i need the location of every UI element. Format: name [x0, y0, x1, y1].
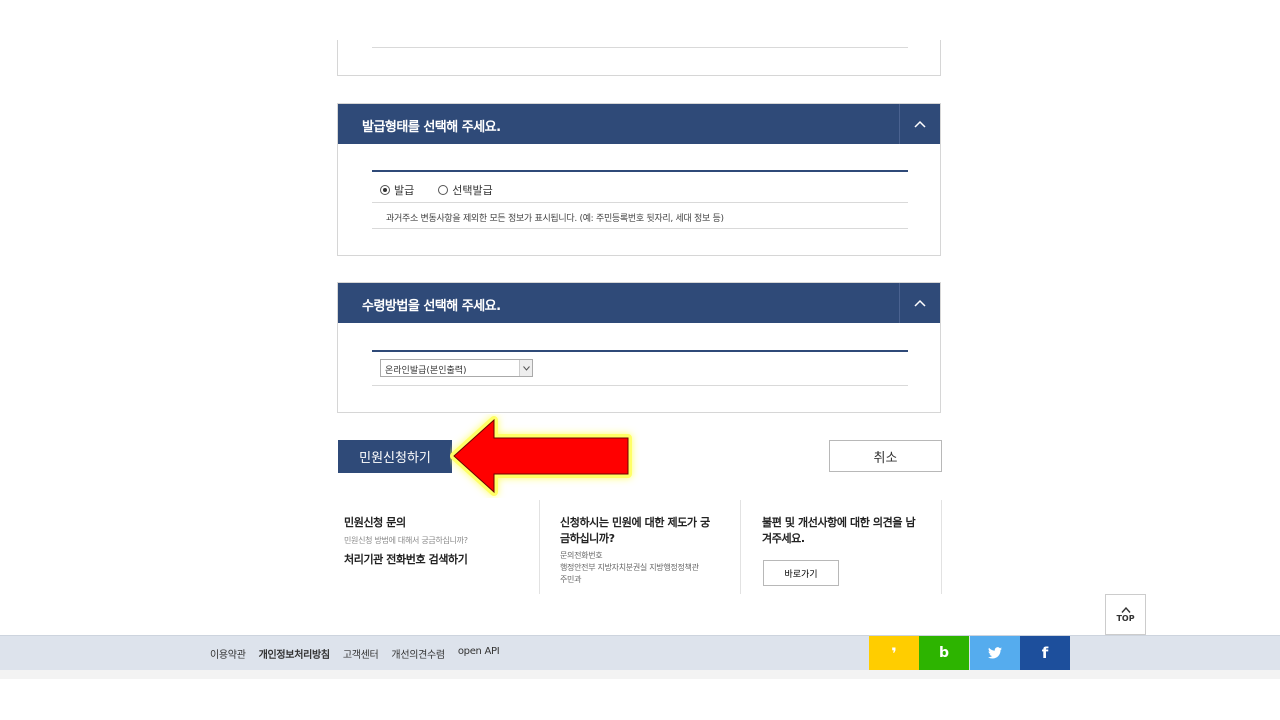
previous-panel	[337, 40, 941, 76]
collapse-toggle[interactable]	[899, 104, 940, 144]
footer-link-open-api[interactable]: open API	[458, 646, 500, 661]
go-feedback-button[interactable]: 바로가기	[763, 560, 839, 586]
radio-selected-icon	[380, 185, 390, 195]
issue-type-panel-header: 발급형태를 선택해 주세요.	[338, 104, 940, 144]
receive-method-select[interactable]: 온라인발급(본인출력)	[380, 359, 533, 377]
kakaostory-icon: ❜	[891, 643, 897, 663]
chevron-up-icon	[914, 299, 926, 307]
submit-application-button[interactable]: 민원신청하기	[338, 440, 452, 473]
phone-label: 문의전화번호	[560, 551, 603, 560]
receive-method-title: 수령방법을 선택해 주세요.	[362, 299, 501, 314]
scroll-top-button[interactable]: TOP	[1105, 594, 1146, 635]
search-agency-phone-link[interactable]: 처리기관 전화번호 검색하기	[344, 551, 468, 567]
collapse-toggle[interactable]	[899, 283, 940, 323]
column-divider	[740, 500, 741, 594]
divider	[372, 385, 908, 386]
select-value: 온라인발급(본인출력)	[385, 366, 467, 376]
chevron-up-icon	[914, 120, 926, 128]
divider	[372, 228, 908, 229]
footer-links: 이용약관 개인정보처리방침 고객센터 개선의견수렴 open API	[210, 646, 500, 661]
radio-label: 선택발급	[452, 184, 493, 197]
inquiry-title: 민원신청 문의	[344, 516, 406, 529]
chevron-down-icon	[519, 360, 532, 376]
receive-method-panel: 수령방법을 선택해 주세요. 온라인발급(본인출력)	[337, 282, 941, 413]
radio-selective-issue[interactable]: 선택발급	[438, 182, 493, 198]
band-share-button[interactable]: b	[919, 636, 969, 670]
footer-link-terms[interactable]: 이용약관	[210, 646, 246, 661]
red-arrow-annotation	[450, 416, 632, 496]
title-line: 불편 및 개선사항에 대한 의견을 남	[762, 516, 916, 529]
facebook-share-button[interactable]: f	[1020, 636, 1070, 670]
system-inquiry-title: 신청하시는 민원에 대한 제도가 궁 금하십니까?	[560, 515, 710, 547]
title-line: 겨주세요.	[762, 532, 805, 545]
footer-link-privacy[interactable]: 개인정보처리방침	[259, 646, 331, 661]
radio-issue[interactable]: 발급	[380, 182, 414, 198]
kakaostory-share-button[interactable]: ❜	[869, 636, 919, 670]
receive-method-panel-header: 수령방법을 선택해 주세요.	[338, 283, 940, 323]
radio-unselected-icon	[438, 185, 449, 195]
cancel-button[interactable]: 취소	[829, 440, 942, 472]
divider	[372, 202, 908, 203]
facebook-icon: f	[1041, 644, 1049, 662]
footer-link-feedback[interactable]: 개선의견수렴	[391, 646, 445, 661]
issue-type-options: 발급 선택발급	[380, 182, 493, 198]
feedback-title: 불편 및 개선사항에 대한 의견을 남 겨주세요.	[762, 515, 916, 547]
twitter-share-button[interactable]	[970, 636, 1020, 670]
divider	[372, 170, 908, 172]
divider	[372, 350, 908, 352]
inquiry-subtitle: 민원신청 방법에 대해서 궁금하십니까?	[344, 536, 468, 545]
chevron-up-icon	[1120, 606, 1131, 613]
footer-link-support[interactable]: 고객센터	[343, 646, 379, 661]
issue-type-title: 발급형태를 선택해 주세요.	[362, 120, 501, 135]
issue-type-note: 과거주소 변동사항을 제외한 모든 정보가 표시됩니다. (예: 주민등록번호 …	[386, 214, 724, 224]
dept-line: 행정안전부 지방자치분권실 지방행정정책관	[560, 563, 699, 572]
divider	[372, 47, 908, 48]
radio-label: 발급	[394, 184, 415, 197]
title-line: 신청하시는 민원에 대한 제도가 궁	[560, 516, 710, 529]
dept-line: 주민과	[560, 575, 582, 584]
band-icon: b	[938, 645, 950, 661]
column-divider	[539, 500, 540, 594]
column-divider	[941, 500, 942, 594]
top-label: TOP	[1116, 613, 1135, 623]
page-bottom-strip	[0, 670, 1280, 679]
twitter-icon	[988, 647, 1002, 659]
title-line: 금하십니까?	[560, 532, 615, 545]
issue-type-panel: 발급형태를 선택해 주세요. 발급 선택발급 과거주소 변동사항을 제외한 모든…	[337, 103, 941, 256]
footer: 이용약관 개인정보처리방침 고객센터 개선의견수렴 open API ❜ b f	[0, 635, 1280, 670]
inquiry-phone-info: 문의전화번호 행정안전부 지방자치분권실 지방행정정책관 주민과	[560, 550, 699, 586]
